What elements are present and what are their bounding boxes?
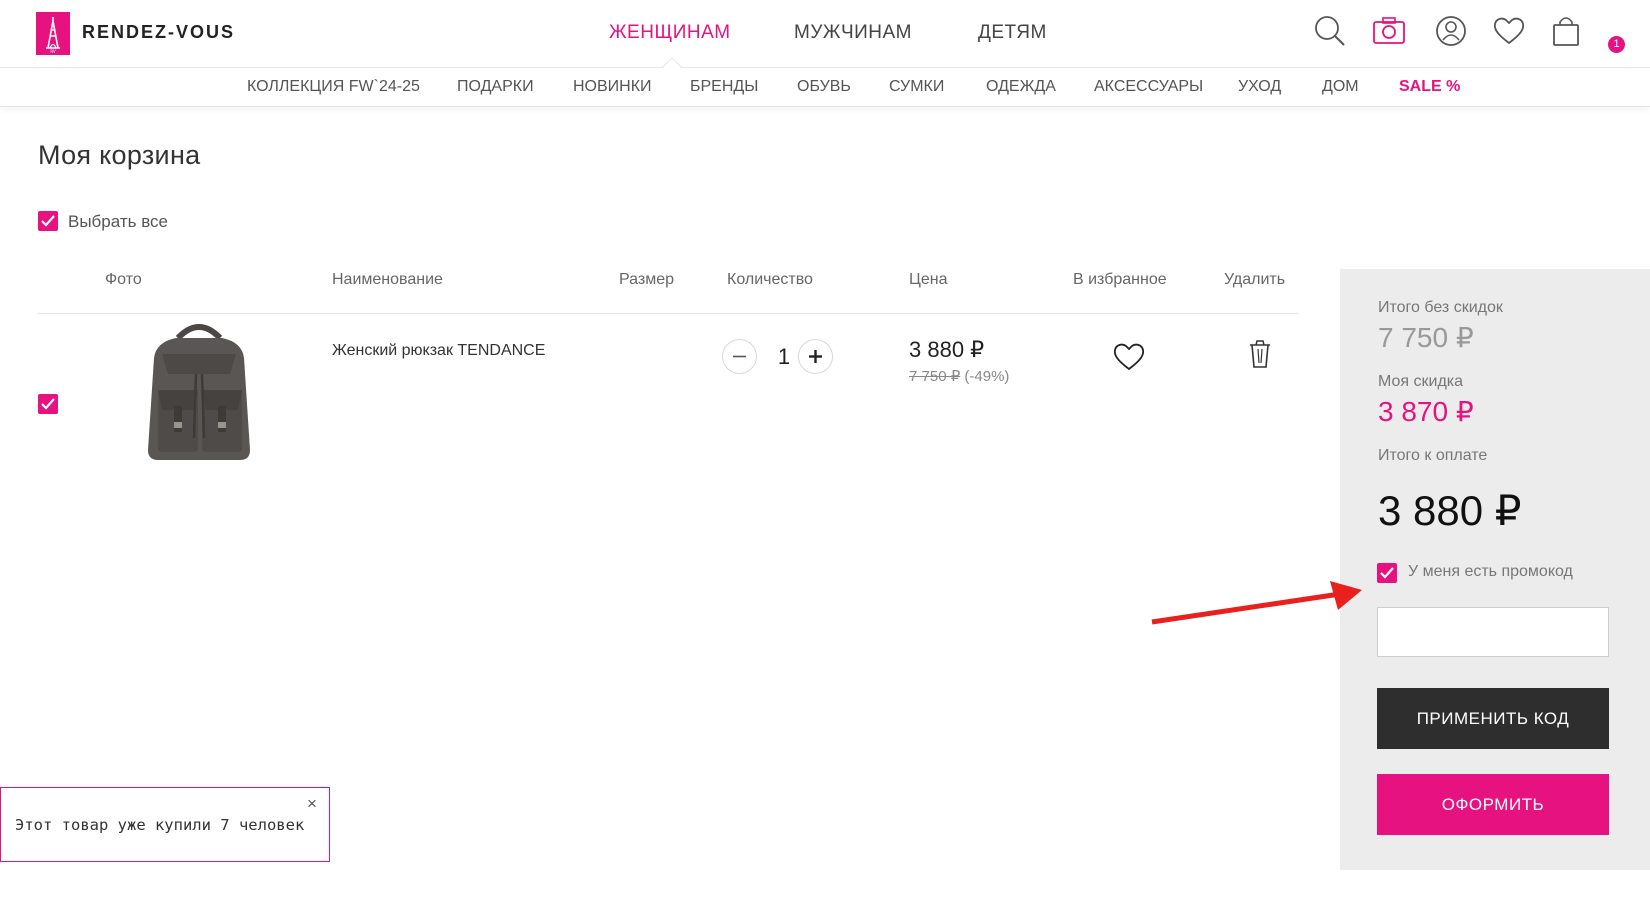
subnav-sale[interactable]: SALE % [1399,78,1460,96]
apply-code-button[interactable]: ПРИМЕНИТЬ КОД [1377,688,1609,749]
quantity-value: 1 [777,344,791,369]
total-label: Итого к оплате [1378,447,1488,464]
subnav-accessories[interactable]: АКСЕССУАРЫ [1094,78,1203,96]
page-title: Моя корзина [38,140,201,170]
select-all-label[interactable]: Выбрать все [68,212,168,232]
subtotal-label: Итого без скидок [1378,299,1503,316]
subnav-care[interactable]: УХОД [1238,78,1281,96]
quantity-decrease-button[interactable] [722,339,757,374]
logo-icon[interactable]: RV [36,12,70,55]
col-photo: Фото [105,271,142,288]
col-quantity: Количество [727,271,813,288]
subnav-shoes[interactable]: ОБУВЬ [797,78,851,96]
col-name: Наименование [332,271,443,288]
promo-code-label[interactable]: У меня есть промокод [1408,563,1573,581]
brand-name[interactable]: RENDEZ-VOUS [82,22,235,43]
cart-icon[interactable] [1550,14,1584,48]
item-checkbox[interactable] [38,394,58,414]
toast-message: Этот товар уже купили 7 человек [15,816,305,834]
user-icon[interactable] [1434,14,1468,48]
promo-code-checkbox[interactable] [1377,563,1397,583]
subnav-gifts[interactable]: ПОДАРКИ [457,78,534,96]
nav-women[interactable]: ЖЕНЩИНАМ [609,22,731,44]
item-discount-percent: (-49%) [964,368,1010,385]
product-name[interactable]: Женский рюкзак TENDANCE [332,342,545,360]
total-value: 3 880 ₽ [1378,487,1522,534]
delete-trash-icon[interactable] [1248,337,1272,369]
col-delete: Удалить [1224,271,1286,288]
site-header: RV RENDEZ-VOUS ЖЕНЩИНАМ МУЖЧИНАМ ДЕТЯМ 1 [0,0,1650,68]
heart-icon[interactable] [1492,14,1526,48]
product-image[interactable] [132,318,266,464]
col-price: Цена [909,271,948,288]
discount-label: Моя скидка [1378,373,1464,390]
item-old-price-line: 7 750 ₽ (-49%) [909,367,1009,385]
subnav-clothing[interactable]: ОДЕЖДА [986,78,1056,96]
subnav-new[interactable]: НОВИНКИ [573,78,652,96]
add-to-favorites-heart-icon[interactable] [1112,340,1146,372]
col-favorites: В избранное [1073,271,1167,288]
quantity-increase-button[interactable] [798,339,833,374]
promo-code-input[interactable] [1377,607,1609,657]
col-size: Размер [619,271,674,288]
svg-text:RV: RV [50,49,56,54]
order-summary-panel: Итого без скидок 7 750 ₽ Моя скидка 3 87… [1340,269,1650,870]
red-arrow-annotation [1151,581,1362,625]
toast-close-icon[interactable]: × [307,794,317,814]
search-icon[interactable] [1313,14,1347,48]
item-price: 3 880 ₽ [909,337,985,362]
item-old-price: 7 750 ₽ [909,368,961,385]
category-nav: КОЛЛЕКЦИЯ FW`24-25 ПОДАРКИ НОВИНКИ БРЕНД… [0,69,1650,107]
discount-value: 3 870 ₽ [1378,396,1474,427]
purchase-count-toast: Этот товар уже купили 7 человек × [0,787,330,862]
subnav-bags[interactable]: СУМКИ [889,78,944,96]
table-divider [38,313,1298,314]
nav-men[interactable]: МУЖЧИНАМ [794,22,912,44]
cart-count-badge: 1 [1608,36,1625,53]
nav-kids[interactable]: ДЕТЯМ [978,22,1047,44]
subnav-home[interactable]: ДОМ [1322,78,1359,96]
subnav-collection[interactable]: КОЛЛЕКЦИЯ FW`24-25 [247,78,420,96]
subnav-brands[interactable]: БРЕНДЫ [690,78,758,96]
subtotal-value: 7 750 ₽ [1378,322,1474,353]
checkout-button[interactable]: ОФОРМИТЬ [1377,774,1609,835]
camera-icon[interactable] [1372,14,1406,48]
select-all-checkbox[interactable] [38,211,58,231]
